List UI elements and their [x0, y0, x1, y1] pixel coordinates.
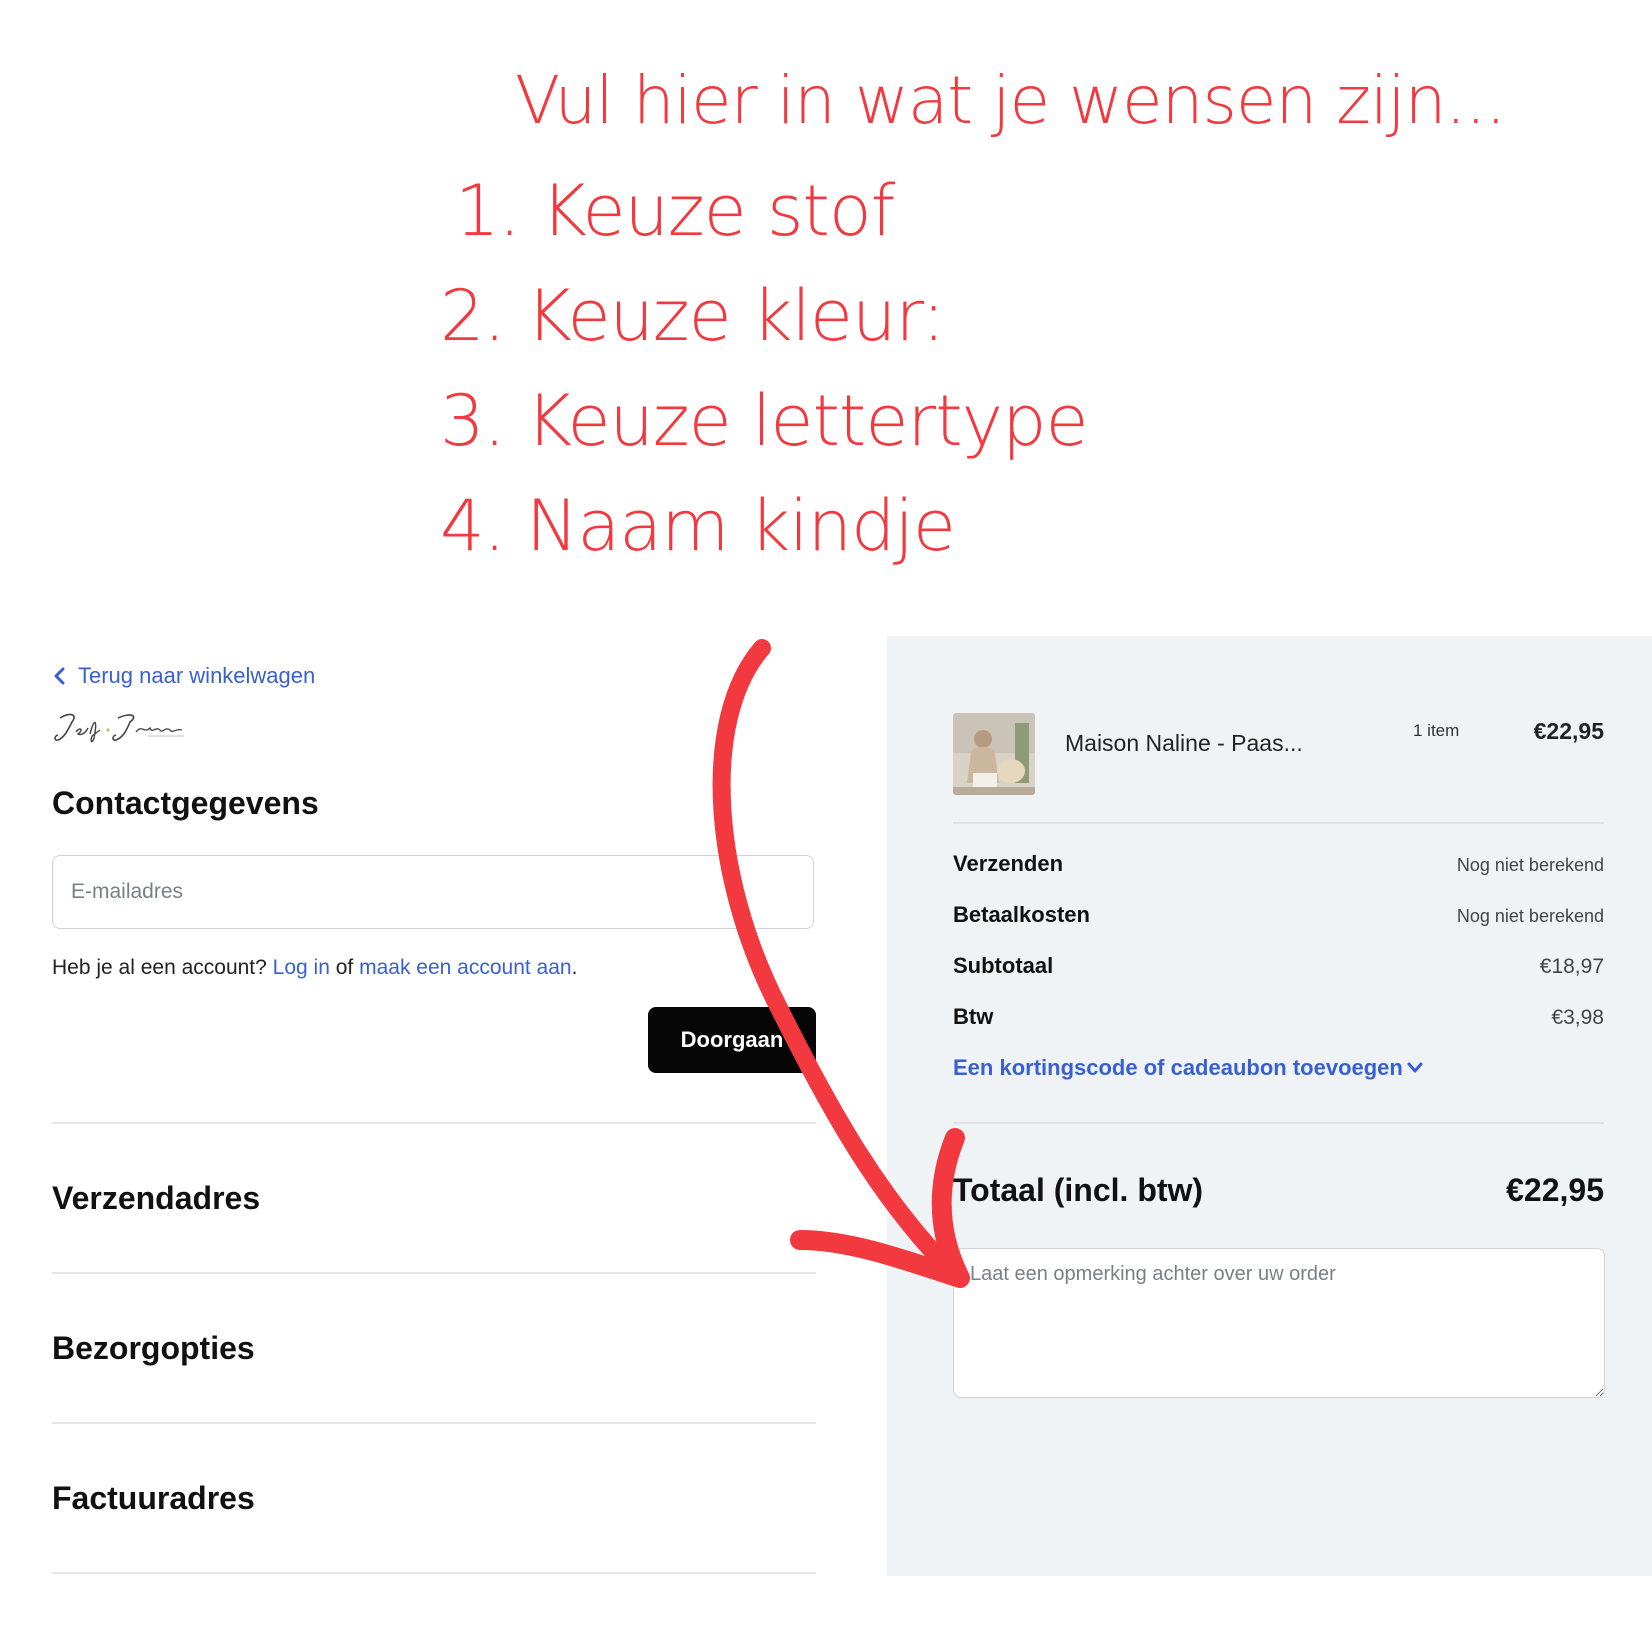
section-divider — [52, 1572, 816, 1574]
order-remark-textarea[interactable] — [953, 1248, 1605, 1398]
section-divider — [52, 1122, 816, 1124]
subtotal-value: €18,97 — [1539, 955, 1604, 978]
account-or-text: of — [335, 956, 354, 979]
instruction-title: Vul hier in wat je wensen zijn... — [515, 62, 1506, 139]
shop-logo[interactable] — [52, 708, 192, 748]
vat-value: €3,98 — [1551, 1006, 1604, 1029]
vat-label: Btw — [953, 1004, 994, 1029]
payment-fee-label: Betaalkosten — [953, 902, 1090, 927]
account-prompt-text: Heb je al een account? — [52, 956, 267, 979]
summary-divider — [953, 1122, 1604, 1124]
summary-divider — [953, 822, 1604, 824]
total-value: €22,95 — [1506, 1172, 1604, 1208]
account-suffix: . — [571, 956, 578, 979]
shipping-cost-value: Nog niet berekend — [1456, 855, 1604, 875]
subtotal-label: Subtotaal — [953, 953, 1054, 978]
back-to-cart-link[interactable]: Terug naar winkelwagen — [52, 663, 315, 689]
total-label: Totaal (incl. btw) — [953, 1172, 1204, 1208]
create-account-link[interactable]: maak een account aan — [359, 956, 571, 979]
section-divider — [52, 1272, 816, 1274]
chevron-left-icon — [54, 667, 65, 685]
login-link[interactable]: Log in — [273, 956, 330, 979]
instruction-step-3: 3. Keuze lettertype — [440, 380, 1089, 462]
account-prompt: Heb je al een account? Log in of maak ee… — [52, 956, 577, 980]
instruction-step-2: 2. Keuze kleur: — [440, 275, 945, 357]
back-link-label: Terug naar winkelwagen — [78, 663, 316, 688]
email-field[interactable] — [52, 855, 814, 929]
contact-section-title: Contactgegevens — [52, 785, 319, 821]
instruction-step-4: 4. Naam kindje — [440, 485, 956, 567]
continue-button[interactable]: Doorgaan — [648, 1007, 816, 1073]
payment-fee-value: Nog niet berekend — [1456, 906, 1604, 926]
shipping-cost-label: Verzenden — [953, 851, 1064, 876]
product-thumbnail — [953, 713, 1035, 795]
product-quantity: 1 item — [1413, 721, 1460, 740]
product-name: Maison Naline - Paas... — [1065, 730, 1303, 756]
instruction-step-1: 1. Keuze stof — [455, 170, 895, 252]
delivery-options-section[interactable]: Bezorgopties — [52, 1330, 255, 1367]
discount-link-label: Een kortingscode of cadeaubon toevoegen — [953, 1055, 1403, 1080]
shipping-address-section[interactable]: Verzendadres — [52, 1180, 260, 1217]
chevron-down-icon — [1407, 1062, 1423, 1073]
billing-address-section[interactable]: Factuuradres — [52, 1480, 255, 1517]
add-discount-code-link[interactable]: Een kortingscode of cadeaubon toevoegen — [953, 1055, 1423, 1081]
product-price: €22,95 — [1533, 718, 1604, 744]
section-divider — [52, 1422, 816, 1424]
